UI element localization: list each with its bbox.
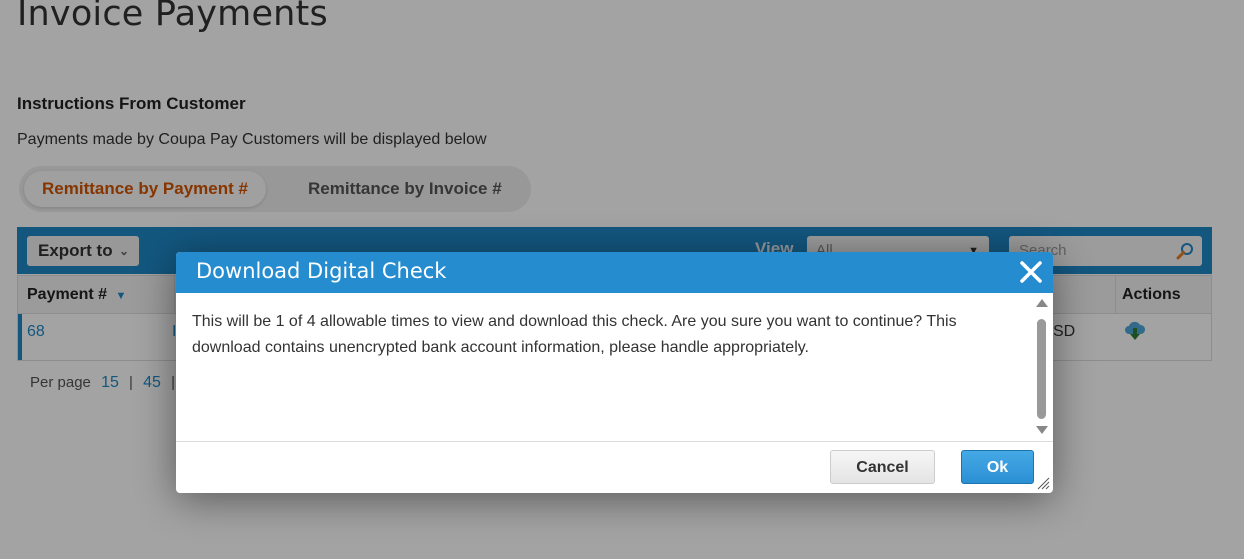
dialog-header: Download Digital Check [176,252,1053,293]
dialog-message: This will be 1 of 4 allowable times to v… [192,313,957,356]
download-digital-check-dialog: Download Digital Check This will be 1 of… [176,252,1053,493]
dialog-body: This will be 1 of 4 allowable times to v… [176,293,1053,442]
dialog-footer: Cancel Ok [176,442,1053,493]
close-icon[interactable] [1017,258,1045,286]
resize-grip-icon[interactable] [1036,476,1050,490]
dialog-title: Download Digital Check [196,259,447,283]
cancel-button[interactable]: Cancel [830,450,935,484]
scroll-thumb[interactable] [1037,319,1046,419]
scroll-down-arrow-icon[interactable] [1036,426,1048,434]
ok-button[interactable]: Ok [961,450,1034,484]
scroll-up-arrow-icon[interactable] [1036,299,1048,307]
dialog-scrollbar[interactable] [1034,299,1048,439]
